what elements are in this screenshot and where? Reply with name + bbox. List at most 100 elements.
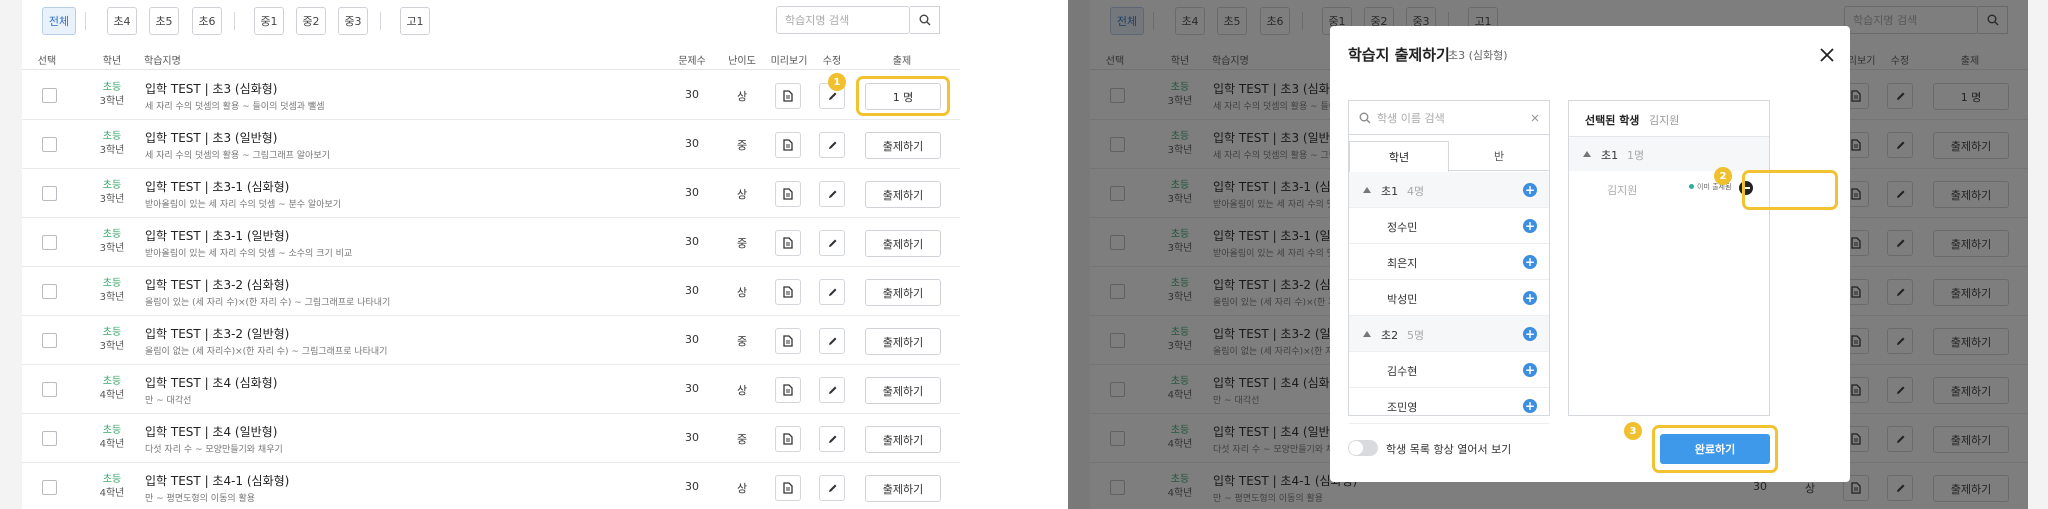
highlight-done xyxy=(1652,425,1778,473)
col-select: 선택 xyxy=(37,56,57,67)
table-row: 초등 3학년 입학 TEST | 초3-1 (일반형) 받아올림이 있는 세 자리 수… xyxy=(22,218,960,267)
row-checkbox[interactable] xyxy=(42,333,57,348)
clear-icon[interactable] xyxy=(1531,114,1539,122)
edit-button[interactable] xyxy=(819,328,845,354)
preview-button[interactable] xyxy=(775,83,801,109)
student-tabs: 학년 반 xyxy=(1349,141,1549,172)
add-student-icon[interactable]: + xyxy=(1523,399,1537,413)
table-row: 초등 4학년 입학 TEST | 초4 (심화형) 만 ~ 대각선 30 상 출제하기 xyxy=(22,365,960,414)
table-row: 초등 3학년 입학 TEST | 초3 (심화형) 세 자리 수의 덧셈의 활용 ~ … xyxy=(22,71,960,120)
grade-group-row[interactable]: 초1 4명 + xyxy=(1349,172,1549,208)
edit-button[interactable] xyxy=(819,181,845,207)
group-count: 4명 xyxy=(1407,185,1425,198)
assign-button[interactable]: 출제하기 xyxy=(865,475,941,502)
table-row: 초등 3학년 입학 TEST | 초3-2 (일반형) 올림이 없는 (세 자리수)×… xyxy=(22,316,960,365)
row-checkbox[interactable] xyxy=(42,382,57,397)
question-count: 30 xyxy=(685,137,699,150)
filter-e5[interactable]: 초5 xyxy=(149,7,179,35)
add-group-icon[interactable]: + xyxy=(1523,183,1537,197)
chevron-up-icon xyxy=(1363,331,1371,337)
preview-button[interactable] xyxy=(775,328,801,354)
selected-header-name: 김지원 xyxy=(1649,114,1680,127)
worksheet-title: 입학 TEST | 초3-2 (일반형) xyxy=(145,327,290,341)
row-checkbox[interactable] xyxy=(42,235,57,250)
grade-cell: 초등 3학년 xyxy=(90,130,134,158)
filter-e4[interactable]: 초4 xyxy=(107,7,137,35)
group-name: 초1 xyxy=(1381,185,1399,198)
student-row[interactable]: 정수민 + xyxy=(1349,208,1549,244)
assign-button[interactable]: 출제하기 xyxy=(865,230,941,257)
grade-group-row[interactable]: 초2 5명 + xyxy=(1349,316,1549,352)
document-icon xyxy=(783,188,793,200)
always-open-toggle[interactable] xyxy=(1348,440,1378,456)
preview-button[interactable] xyxy=(775,475,801,501)
filter-m2[interactable]: 중2 xyxy=(296,7,326,35)
assign-button[interactable]: 출제하기 xyxy=(865,328,941,355)
modal-subtitle: 초3 (심화형) xyxy=(1448,49,1508,62)
col-difficulty: 난이도 xyxy=(728,56,756,67)
grade-cell: 초등 3학년 xyxy=(90,179,134,207)
student-row[interactable]: 김수현 + xyxy=(1349,352,1549,388)
edit-button[interactable] xyxy=(819,132,845,158)
worksheet-title: 입학 TEST | 초3-2 (심화형) xyxy=(145,278,290,292)
school-label: 초등 xyxy=(102,82,122,93)
worksheet-desc: 만 ~ 평면도형의 이동의 활용 xyxy=(145,494,256,504)
search-button[interactable] xyxy=(910,6,940,34)
filter-m3[interactable]: 중3 xyxy=(338,7,368,35)
student-list-pane: 학생 이름 검색 학년 반 초1 4명 + 정수민 + 최은지 + 박성민 + 초2 5명 + 김수현 +… xyxy=(1348,100,1550,424)
preview-button[interactable] xyxy=(775,279,801,305)
preview-button[interactable] xyxy=(775,230,801,256)
filter-e6[interactable]: 초6 xyxy=(192,7,222,35)
edit-button[interactable] xyxy=(819,426,845,452)
edit-button[interactable] xyxy=(819,230,845,256)
student-search-input[interactable]: 학생 이름 검색 xyxy=(1349,101,1549,135)
table-row: 초등 4학년 입학 TEST | 초4-1 (심화형) 만 ~ 평면도형의 이동의 활… xyxy=(22,463,960,509)
assign-button[interactable]: 출제하기 xyxy=(865,132,941,159)
preview-button[interactable] xyxy=(775,132,801,158)
preview-button[interactable] xyxy=(775,181,801,207)
row-checkbox[interactable] xyxy=(42,431,57,446)
edit-button[interactable] xyxy=(819,475,845,501)
tab-class[interactable]: 반 xyxy=(1449,141,1549,171)
add-student-icon[interactable]: + xyxy=(1523,363,1537,377)
student-row[interactable]: 조민영 + xyxy=(1349,388,1549,424)
edit-button[interactable] xyxy=(819,377,845,403)
add-student-icon[interactable]: + xyxy=(1523,291,1537,305)
close-icon[interactable] xyxy=(1818,46,1836,64)
difficulty: 중 xyxy=(736,237,748,250)
row-checkbox[interactable] xyxy=(42,480,57,495)
grade-label: 3학년 xyxy=(99,96,125,107)
row-checkbox[interactable] xyxy=(42,88,57,103)
edit-button[interactable] xyxy=(819,279,845,305)
preview-button[interactable] xyxy=(775,377,801,403)
preview-button[interactable] xyxy=(775,426,801,452)
add-student-icon[interactable]: + xyxy=(1523,255,1537,269)
grade-cell: 초등 4학년 xyxy=(90,473,134,501)
row-checkbox[interactable] xyxy=(42,284,57,299)
step-badge-3: 3 xyxy=(1624,422,1642,440)
difficulty: 중 xyxy=(736,433,748,446)
assign-button[interactable]: 출제하기 xyxy=(865,426,941,453)
tab-grade[interactable]: 학년 xyxy=(1349,141,1449,172)
student-row[interactable]: 최은지 + xyxy=(1349,244,1549,280)
filter-all[interactable]: 전체 xyxy=(42,7,76,35)
assign-button[interactable]: 출제하기 xyxy=(865,377,941,404)
assign-button[interactable]: 출제하기 xyxy=(865,279,941,306)
school-label: 초등 xyxy=(102,131,122,142)
highlight-selected xyxy=(1742,170,1838,210)
question-count: 30 xyxy=(685,431,699,444)
filter-m1[interactable]: 중1 xyxy=(254,7,284,35)
row-checkbox[interactable] xyxy=(42,137,57,152)
add-student-icon[interactable]: + xyxy=(1523,219,1537,233)
grade-label: 4학년 xyxy=(99,439,125,450)
worksheet-search-input[interactable]: 학습지명 검색 xyxy=(776,6,910,34)
filter-h1[interactable]: 고1 xyxy=(400,7,430,35)
assign-button[interactable]: 출제하기 xyxy=(865,181,941,208)
question-count: 30 xyxy=(685,235,699,248)
grade-label: 4학년 xyxy=(99,488,125,499)
student-row[interactable]: 박성민 + xyxy=(1349,280,1549,316)
document-icon xyxy=(783,237,793,249)
selected-group-row[interactable]: 초1 1명 xyxy=(1569,137,1769,171)
add-group-icon[interactable]: + xyxy=(1523,327,1537,341)
row-checkbox[interactable] xyxy=(42,186,57,201)
